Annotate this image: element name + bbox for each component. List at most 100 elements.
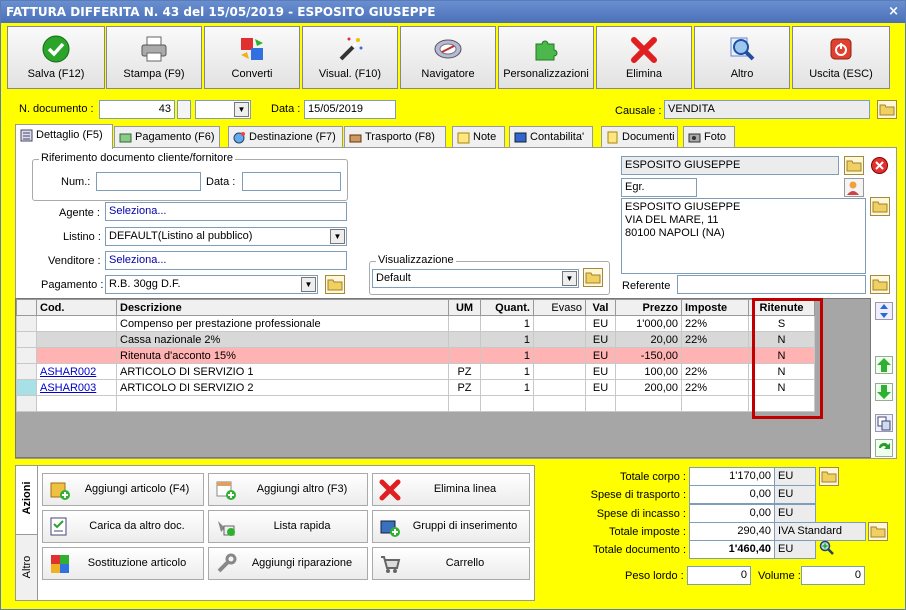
cell-prezzo[interactable]: 200,00 xyxy=(615,379,682,396)
cell-valuta[interactable]: EU xyxy=(585,379,616,396)
refresh-icon[interactable] xyxy=(875,439,893,457)
exit-button[interactable]: Uscita (ESC) xyxy=(792,26,890,89)
agente-select[interactable]: Seleziona... xyxy=(105,202,347,221)
cell-descrizione[interactable]: ARTICOLO DI SERVIZIO 1 xyxy=(116,363,449,380)
referente-input[interactable] xyxy=(677,275,866,294)
cell-prezzo[interactable]: 1'000,00 xyxy=(615,315,682,332)
rif-num-input[interactable] xyxy=(96,172,201,191)
cell-valuta[interactable] xyxy=(585,395,616,412)
cell-quantita[interactable]: 1 xyxy=(480,331,534,348)
row-selector[interactable] xyxy=(16,363,37,380)
column-header[interactable]: Evaso xyxy=(533,299,586,316)
row-selector[interactable] xyxy=(16,395,37,412)
article-code-link[interactable]: ASHAR003 xyxy=(40,382,96,394)
doc-number-input[interactable]: 43 xyxy=(99,100,175,119)
row-selector[interactable] xyxy=(16,315,37,332)
convert-button[interactable]: Converti xyxy=(204,26,300,89)
folder-icon[interactable] xyxy=(844,156,864,175)
cell-valuta[interactable]: EU xyxy=(585,347,616,364)
cell-prezzo[interactable]: 20,00 xyxy=(615,331,682,348)
move-down-icon[interactable] xyxy=(875,383,893,401)
customizations-button[interactable]: Personalizzazioni xyxy=(498,26,594,89)
column-header[interactable]: Prezzo xyxy=(615,299,682,316)
cell-um[interactable] xyxy=(448,347,481,364)
row-selector[interactable] xyxy=(16,331,37,348)
folder-icon[interactable] xyxy=(870,197,890,216)
tab-contabilita[interactable]: Contabilita' xyxy=(509,126,593,148)
navigator-button[interactable]: Navigatore xyxy=(400,26,496,89)
cell-evaso[interactable] xyxy=(533,379,586,396)
pagamento-select[interactable]: R.B. 30gg D.F. ▼ xyxy=(105,275,318,294)
print-button[interactable]: Stampa (F9) xyxy=(106,26,202,89)
column-header[interactable]: Quant. xyxy=(480,299,534,316)
cell-um[interactable] xyxy=(448,315,481,332)
spese-trasporto-value[interactable]: 0,00 xyxy=(689,485,775,504)
cell-descrizione[interactable]: Compenso per prestazione professionale xyxy=(116,315,449,332)
cell-evaso[interactable] xyxy=(533,315,586,332)
tab-note[interactable]: Note xyxy=(452,126,505,148)
cell-quantita[interactable]: 1 xyxy=(480,363,534,380)
cell-cod[interactable] xyxy=(36,315,117,332)
cell-descrizione[interactable]: Ritenuta d'acconto 15% xyxy=(116,347,449,364)
cell-evaso[interactable] xyxy=(533,363,586,380)
folder-icon[interactable] xyxy=(819,467,839,486)
copy-icon[interactable] xyxy=(875,414,893,432)
customer-address-box[interactable]: ESPOSITO GIUSEPPE VIA DEL MARE, 11 80100… xyxy=(621,198,866,274)
tab-dettaglio[interactable]: Dettaglio (F5) xyxy=(15,124,113,149)
row-selector[interactable] xyxy=(16,347,37,364)
chevron-down-icon[interactable]: ▼ xyxy=(234,102,249,117)
add-article-button[interactable]: Aggiungi articolo (F4) xyxy=(42,473,204,506)
cell-evaso[interactable] xyxy=(533,347,586,364)
close-icon[interactable]: × xyxy=(888,1,899,23)
cell-prezzo[interactable] xyxy=(615,395,682,412)
delete-button[interactable]: Elimina xyxy=(596,26,692,89)
load-doc-button[interactable]: Carica da altro doc. xyxy=(42,510,204,543)
doc-series-select[interactable]: ▼ xyxy=(195,100,251,119)
cell-um[interactable] xyxy=(448,331,481,348)
move-up-icon[interactable] xyxy=(875,356,893,374)
cell-evaso[interactable] xyxy=(533,331,586,348)
venditore-select[interactable]: Seleziona... xyxy=(105,251,347,270)
cell-valuta[interactable]: EU xyxy=(585,363,616,380)
cell-quantita[interactable]: 1 xyxy=(480,347,534,364)
rif-date-input[interactable] xyxy=(242,172,341,191)
cell-descrizione[interactable]: Cassa nazionale 2% xyxy=(116,331,449,348)
chevron-down-icon[interactable]: ▼ xyxy=(330,229,345,244)
folder-icon[interactable] xyxy=(870,275,890,294)
other-button[interactable]: Altro xyxy=(694,26,790,89)
column-header[interactable]: Descrizione xyxy=(116,299,449,316)
table-row[interactable]: ASHAR003 ARTICOLO DI SERVIZIO 2 PZ 1 EU 200,0… xyxy=(16,379,815,396)
row-selector[interactable] xyxy=(16,379,37,396)
cell-descrizione[interactable]: ARTICOLO DI SERVIZIO 2 xyxy=(116,379,449,396)
folder-icon[interactable] xyxy=(868,522,888,541)
table-row[interactable]: ASHAR002 ARTICOLO DI SERVIZIO 1 PZ 1 EU 100,0… xyxy=(16,363,815,380)
person-search-icon[interactable] xyxy=(844,178,864,197)
cart-button[interactable]: Carrello xyxy=(372,547,530,580)
listino-select[interactable]: DEFAULT(Listino al pubblico) ▼ xyxy=(105,227,347,246)
repair-button[interactable]: Aggiungi riparazione xyxy=(208,547,368,580)
article-code-link[interactable]: ASHAR002 xyxy=(40,366,96,378)
cell-imposte[interactable]: 22% xyxy=(681,331,749,348)
cell-imposte[interactable]: 22% xyxy=(681,379,749,396)
cell-valuta[interactable]: EU xyxy=(585,315,616,332)
table-row[interactable]: Cassa nazionale 2% 1 EU 20,00 22% N xyxy=(16,331,815,348)
quick-list-button[interactable]: Lista rapida xyxy=(208,510,368,543)
save-button[interactable]: Salva (F12) xyxy=(7,26,105,89)
folder-icon[interactable] xyxy=(583,268,603,287)
peso-input[interactable]: 0 xyxy=(687,566,751,585)
cell-imposte[interactable]: 22% xyxy=(681,363,749,380)
cell-valuta[interactable]: EU xyxy=(585,331,616,348)
visual-button[interactable]: Visual. (F10) xyxy=(302,26,398,89)
cell-quantita[interactable]: 1 xyxy=(480,379,534,396)
tab-foto[interactable]: Foto xyxy=(683,126,735,148)
folder-icon[interactable] xyxy=(325,275,345,294)
folder-icon[interactable] xyxy=(877,100,897,119)
cell-prezzo[interactable]: -150,00 xyxy=(615,347,682,364)
cell-cod[interactable] xyxy=(36,395,117,412)
tab-pagamento[interactable]: Pagamento (F6) xyxy=(114,126,220,148)
column-header[interactable]: Cod. xyxy=(36,299,117,316)
cell-imposte[interactable] xyxy=(681,395,749,412)
tab-documenti[interactable]: Documenti xyxy=(601,126,678,148)
cell-evaso[interactable] xyxy=(533,395,586,412)
volume-input[interactable]: 0 xyxy=(801,566,865,585)
